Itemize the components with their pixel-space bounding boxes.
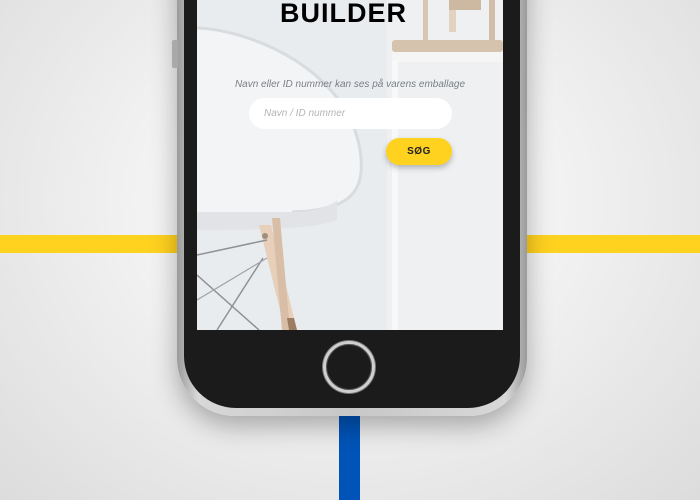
home-button-icon[interactable] [323, 341, 375, 393]
search-button[interactable]: SØG [386, 138, 452, 165]
yellow-stripe-left [0, 235, 180, 253]
phone-screen: BUILDER Navn eller ID nummer kan ses på … [197, 0, 503, 330]
app-title: BUILDER [280, 0, 407, 28]
blue-cable [339, 410, 360, 500]
search-hint-text: Navn eller ID nummer kan ses på varens e… [234, 79, 466, 90]
search-input[interactable] [249, 98, 452, 129]
background-photo [197, 0, 503, 330]
phone-side-button [172, 40, 178, 68]
yellow-stripe-right [525, 235, 700, 253]
